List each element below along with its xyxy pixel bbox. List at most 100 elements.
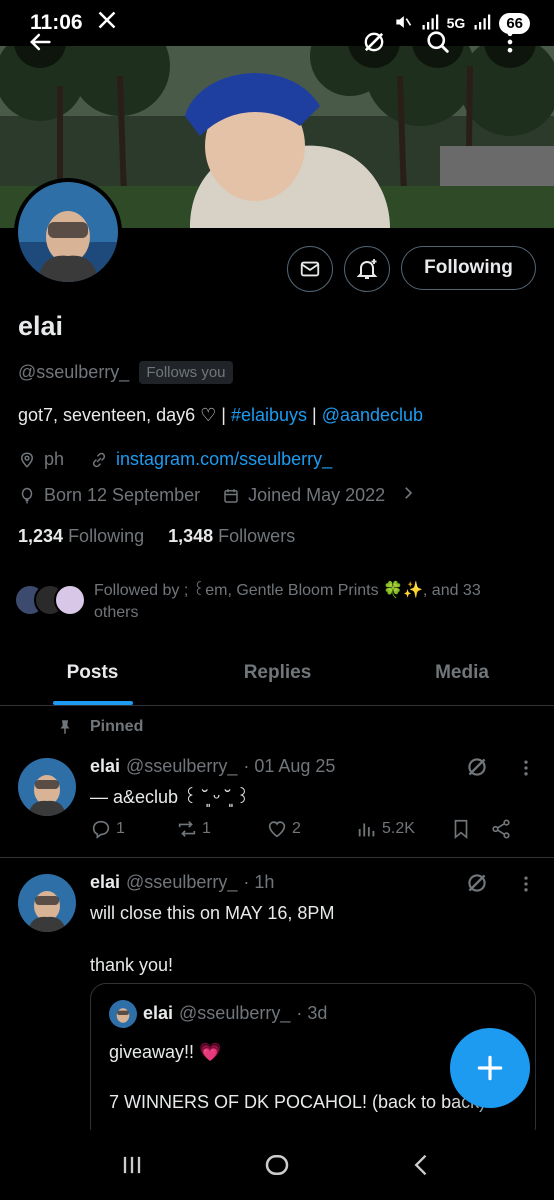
quote-time: · 3d bbox=[296, 1003, 328, 1023]
post-author-name[interactable]: elai bbox=[90, 756, 120, 777]
post-time[interactable]: · 01 Aug 25 bbox=[243, 756, 335, 777]
bell-plus-icon bbox=[356, 259, 378, 279]
following-label: Following bbox=[68, 526, 145, 546]
quote-avatar bbox=[109, 1000, 137, 1028]
status-time: 11:06 bbox=[30, 11, 83, 34]
system-back-button[interactable] bbox=[402, 1145, 442, 1185]
like-count: 2 bbox=[292, 820, 301, 837]
system-nav-bar bbox=[0, 1130, 554, 1200]
meta-row-location: ph instagram.com/sseulberry_ bbox=[18, 449, 332, 470]
website-link[interactable]: instagram.com/sseulberry_ bbox=[116, 449, 332, 470]
quote-text-line1: giveaway!! 💗 bbox=[109, 1042, 222, 1062]
pinned-indicator: Pinned bbox=[56, 718, 143, 736]
quote-text-line2: 7 WINNERS OF DK POCAHOL! (back to back) bbox=[109, 1092, 486, 1112]
repost-count: 1 bbox=[202, 820, 211, 837]
chevron-left-icon bbox=[414, 1154, 426, 1176]
quote-author-name: elai bbox=[143, 1003, 174, 1023]
quote-author-handle: @sseulberry_ bbox=[179, 1003, 291, 1023]
post-divider bbox=[0, 857, 554, 858]
post-author-handle[interactable]: @sseulberry_ bbox=[126, 756, 237, 777]
recent-apps-button[interactable] bbox=[112, 1145, 152, 1185]
post-text: — a&eclub ꒰ ˘͈ ᵕ ˘͈ ꒱ bbox=[90, 787, 250, 807]
reply-icon bbox=[92, 820, 110, 839]
post-header-2: elai @sseulberry_ · 1h bbox=[90, 872, 274, 893]
following-button[interactable]: Following bbox=[401, 246, 536, 290]
heart-icon bbox=[268, 821, 286, 838]
bookmark-icon bbox=[454, 819, 468, 840]
follow-counts: 1,234 Following 1,348 Followers bbox=[18, 526, 295, 547]
signal-icon bbox=[421, 13, 439, 34]
calendar-icon bbox=[224, 488, 238, 503]
mute-icon bbox=[393, 12, 413, 35]
mini-avatar-3 bbox=[54, 584, 86, 616]
profile-avatar[interactable] bbox=[14, 178, 122, 286]
pinned-label: Pinned bbox=[90, 718, 144, 735]
handle-row: @sseulberry_ Follows you bbox=[18, 361, 233, 384]
post-avatar[interactable] bbox=[18, 758, 76, 816]
notifications-button[interactable] bbox=[344, 246, 390, 292]
followed-by-row[interactable]: Followed by ; ꒰em, Gentle Bloom Prints 🍀… bbox=[14, 580, 514, 624]
bio-hashtag-link[interactable]: #elaibuys bbox=[231, 405, 307, 425]
born-text: Born 12 September bbox=[44, 485, 201, 505]
view-count: 5.2K bbox=[382, 820, 415, 837]
like-button[interactable]: 2 bbox=[266, 818, 356, 840]
plus-icon bbox=[477, 1055, 503, 1081]
recent-apps-icon bbox=[124, 1156, 141, 1174]
bio-text: got7, seventeen, day6 ♡ | bbox=[18, 405, 231, 425]
followed-by-avatars bbox=[14, 580, 86, 620]
followers-count-link[interactable]: 1,348 Followers bbox=[168, 526, 295, 547]
following-count-link[interactable]: 1,234 Following bbox=[18, 526, 144, 547]
repost-button[interactable]: 1 bbox=[176, 818, 266, 840]
bookmark-button[interactable] bbox=[450, 818, 490, 840]
x-logo-icon bbox=[97, 10, 117, 36]
home-button[interactable] bbox=[257, 1145, 297, 1185]
tab-replies[interactable]: Replies bbox=[185, 640, 370, 705]
views-button[interactable]: 5.2K bbox=[356, 818, 450, 840]
profile-name: elai bbox=[18, 311, 64, 341]
post-avatar-2[interactable] bbox=[18, 874, 76, 932]
battery-indicator: 66 bbox=[499, 12, 530, 34]
bio-separator: | bbox=[307, 405, 322, 425]
home-icon bbox=[265, 1155, 289, 1175]
location-text: ph bbox=[44, 449, 65, 469]
post-text-2: will close this on MAY 16, 8PM thank you… bbox=[90, 903, 335, 975]
tab-media[interactable]: Media bbox=[370, 640, 554, 705]
views-chart-icon bbox=[358, 823, 375, 837]
network-label: 5G bbox=[446, 15, 466, 31]
post-author-name-2[interactable]: elai bbox=[90, 872, 120, 893]
pin-icon bbox=[60, 720, 70, 734]
status-bar: 11:06 5G 66 bbox=[0, 0, 554, 46]
post-actions: 1 1 2 5.2K bbox=[90, 818, 530, 840]
message-button[interactable] bbox=[287, 246, 333, 292]
post-time-2[interactable]: · 1h bbox=[243, 872, 274, 893]
post-header: elai @sseulberry_ · 01 Aug 25 bbox=[90, 756, 335, 777]
repost-icon bbox=[178, 821, 196, 837]
meta-row-dates: Born 12 September Joined May 2022 bbox=[18, 484, 417, 507]
profile-handle: @sseulberry_ bbox=[18, 362, 130, 382]
mail-icon bbox=[300, 261, 320, 277]
compose-post-button[interactable] bbox=[450, 1028, 530, 1108]
grok-icon-2[interactable] bbox=[464, 870, 490, 896]
post-author-handle-2[interactable]: @sseulberry_ bbox=[126, 872, 237, 893]
post-more-icon[interactable] bbox=[516, 758, 536, 778]
signal-icon-2 bbox=[473, 13, 491, 34]
quote-header: elai @sseulberry_ · 3d bbox=[143, 1003, 327, 1024]
followers-count: 1,348 bbox=[168, 526, 214, 546]
profile-tabs: Posts Replies Media bbox=[0, 640, 554, 706]
profile-bio: got7, seventeen, day6 ♡ | #elaibuys | @a… bbox=[18, 405, 423, 426]
reply-count: 1 bbox=[116, 820, 125, 837]
grok-icon[interactable] bbox=[464, 754, 490, 780]
following-count: 1,234 bbox=[18, 526, 64, 546]
bio-mention-link[interactable]: @aandeclub bbox=[322, 405, 423, 425]
post-more-icon-2[interactable] bbox=[516, 874, 536, 894]
reply-button[interactable]: 1 bbox=[90, 818, 176, 840]
location-pin-icon bbox=[20, 451, 34, 468]
follows-you-badge: Follows you bbox=[139, 361, 233, 384]
chevron-right-icon[interactable] bbox=[399, 484, 417, 507]
tab-posts[interactable]: Posts bbox=[0, 640, 185, 705]
balloon-icon bbox=[21, 487, 33, 503]
share-icon bbox=[492, 819, 510, 839]
link-icon bbox=[92, 452, 106, 467]
share-button[interactable] bbox=[490, 818, 512, 840]
joined-text: Joined May 2022 bbox=[248, 485, 386, 505]
